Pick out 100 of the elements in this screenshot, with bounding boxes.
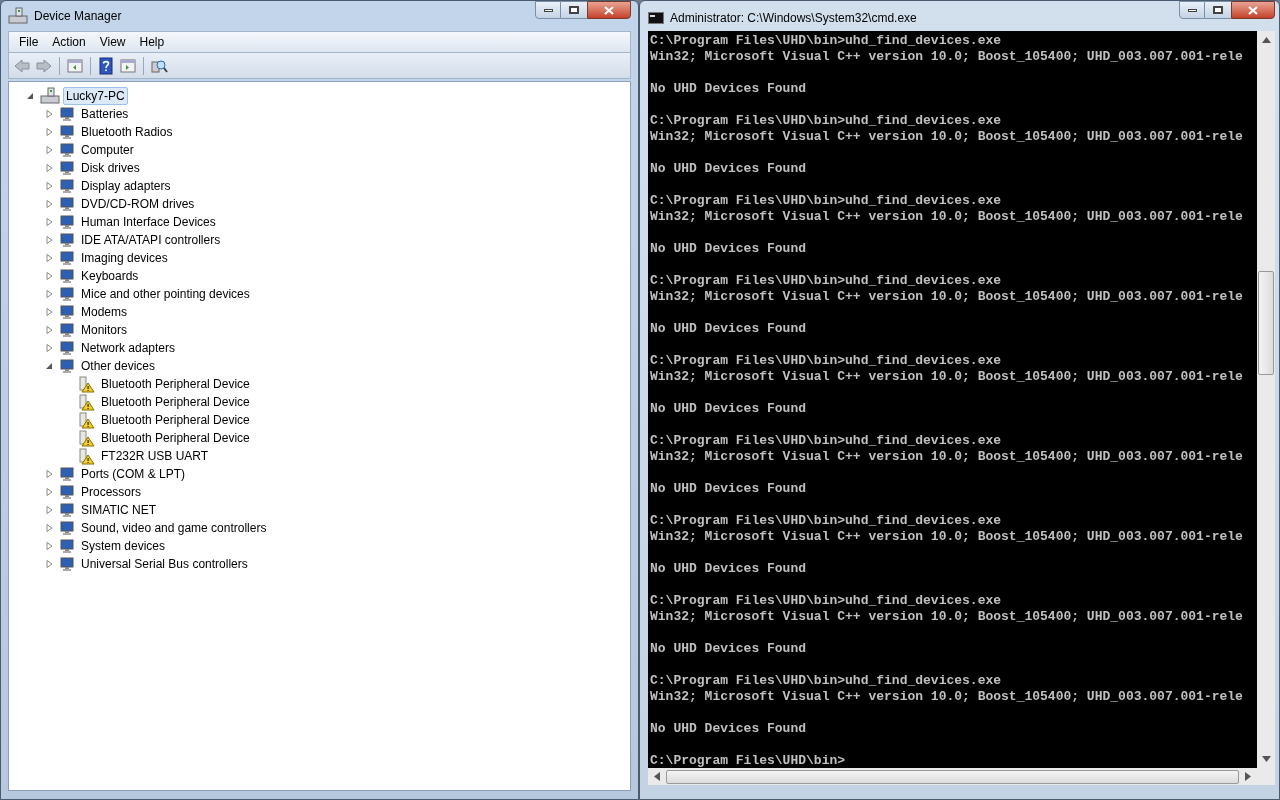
collapsed-arrow-icon[interactable] — [46, 524, 53, 532]
console-line: C:\Program Files\UHD\bin>uhd_find_devices.exe — [650, 193, 1003, 209]
console-line: Win32; Microsoft Visual C++ version 10.0; Boost_105400; UHD_003.007.001-rele — [650, 449, 1244, 465]
collapsed-arrow-icon[interactable] — [46, 272, 53, 280]
tree-item[interactable]: System devices — [78, 537, 169, 555]
scroll-up-icon[interactable] — [1261, 37, 1271, 43]
tree-item[interactable]: Network adapters — [78, 339, 179, 357]
minimize-button[interactable] — [1179, 1, 1205, 19]
tree-item[interactable]: Display adapters — [78, 177, 174, 195]
collapsed-arrow-icon[interactable] — [46, 182, 53, 190]
collapsed-arrow-icon[interactable] — [46, 254, 53, 262]
help-icon[interactable] — [97, 56, 115, 75]
tree-item[interactable]: DVD/CD-ROM drives — [78, 195, 198, 213]
device-icon — [59, 322, 75, 338]
collapsed-arrow-icon[interactable] — [46, 236, 53, 244]
tree-item[interactable]: Computer — [78, 141, 137, 159]
menu-item[interactable]: Help — [133, 33, 171, 51]
console-line: C:\Program Files\UHD\bin>uhd_find_devices.exe — [650, 113, 1003, 129]
console-line: C:\Program Files\UHD\bin>uhd_find_devices.exe — [650, 673, 1003, 689]
tree-item[interactable]: Batteries — [78, 105, 132, 123]
close-button[interactable] — [1231, 1, 1275, 19]
collapsed-arrow-icon[interactable] — [46, 164, 53, 172]
menu-item[interactable]: View — [93, 33, 132, 51]
device-icon — [59, 358, 75, 374]
collapsed-arrow-icon[interactable] — [46, 344, 53, 352]
console-line: Win32; Microsoft Visual C++ version 10.0; Boost_105400; UHD_003.007.001-rele — [650, 49, 1244, 65]
collapsed-arrow-icon[interactable] — [46, 146, 53, 154]
expanded-arrow-icon[interactable] — [27, 92, 34, 100]
forward-arrow-icon[interactable] — [35, 56, 53, 75]
collapsed-arrow-icon[interactable] — [46, 326, 53, 334]
warning-device-icon — [78, 429, 95, 447]
device-icon — [59, 250, 75, 266]
device-icon — [59, 484, 75, 500]
tree-item[interactable]: FT232R USB UART — [98, 447, 212, 465]
collapsed-arrow-icon[interactable] — [46, 218, 53, 226]
tree-item[interactable]: Other devices — [78, 357, 159, 375]
maximize-button[interactable] — [561, 1, 587, 19]
console-line: No UHD Devices Found — [650, 721, 808, 737]
console-line: C:\Program Files\UHD\bin>uhd_find_devices.exe — [650, 353, 1003, 369]
console-line: Win32; Microsoft Visual C++ version 10.0; Boost_105400; UHD_003.007.001-rele — [650, 689, 1244, 705]
tree-item[interactable]: Monitors — [78, 321, 130, 339]
device-icon — [59, 304, 75, 320]
computer-icon — [8, 7, 28, 25]
console-line: Win32; Microsoft Visual C++ version 10.0; Boost_105400; UHD_003.007.001-rele — [650, 369, 1244, 385]
collapsed-arrow-icon[interactable] — [46, 128, 53, 136]
tree-item[interactable]: Human Interface Devices — [78, 213, 219, 231]
console-line: Win32; Microsoft Visual C++ version 10.0; Boost_105400; UHD_003.007.001-rele — [650, 129, 1244, 145]
device-icon — [59, 232, 75, 248]
console-line: No UHD Devices Found — [650, 561, 808, 577]
tree-item[interactable]: Bluetooth Radios — [78, 123, 176, 141]
tree-item[interactable]: SIMATIC NET — [78, 501, 160, 519]
collapsed-arrow-icon[interactable] — [46, 470, 53, 478]
collapsed-arrow-icon[interactable] — [46, 110, 53, 118]
vertical-scrollbar[interactable] — [1257, 31, 1275, 768]
tree-item[interactable]: Mice and other pointing devices — [78, 285, 253, 303]
maximize-button[interactable] — [1205, 1, 1231, 19]
horizontal-scrollbar[interactable] — [648, 768, 1275, 785]
collapsed-arrow-icon[interactable] — [46, 506, 53, 514]
scrollbar-thumb[interactable] — [1258, 271, 1274, 375]
device-icon — [59, 466, 75, 482]
menu-item[interactable]: File — [13, 33, 45, 51]
minimize-button[interactable] — [535, 1, 561, 19]
console-line: Win32; Microsoft Visual C++ version 10.0; Boost_105400; UHD_003.007.001-rele — [650, 289, 1244, 305]
collapsed-arrow-icon[interactable] — [46, 542, 53, 550]
expanded-arrow-icon[interactable] — [46, 362, 53, 370]
collapsed-arrow-icon[interactable] — [46, 308, 53, 316]
warning-device-icon — [78, 447, 95, 465]
close-button[interactable] — [587, 1, 631, 19]
tree-item[interactable]: Bluetooth Peripheral Device — [98, 375, 253, 393]
menu-item[interactable]: Action — [46, 33, 92, 51]
tree-item[interactable]: Disk drives — [78, 159, 143, 177]
pane-icon[interactable] — [66, 56, 84, 75]
tree-item[interactable]: Imaging devices — [78, 249, 171, 267]
tree-item[interactable]: Bluetooth Peripheral Device — [98, 411, 253, 429]
close-icon — [604, 5, 614, 15]
back-arrow-icon[interactable] — [13, 56, 31, 75]
tree-item[interactable]: Ports (COM & LPT) — [78, 465, 188, 483]
scrollbar-thumb[interactable] — [666, 769, 1239, 784]
collapsed-arrow-icon[interactable] — [46, 290, 53, 298]
collapsed-arrow-icon[interactable] — [46, 488, 53, 496]
tree-item[interactable]: Lucky7-PC — [63, 87, 128, 105]
tree-item[interactable]: Keyboards — [78, 267, 142, 285]
tree-item[interactable]: Bluetooth Peripheral Device — [98, 429, 253, 447]
scroll-right-icon[interactable] — [1245, 772, 1251, 781]
tree-item[interactable]: Modems — [78, 303, 130, 321]
device-icon — [59, 214, 75, 230]
console-line: C:\Program Files\UHD\bin>uhd_find_devices.exe — [650, 433, 1003, 449]
warning-device-icon — [78, 375, 95, 393]
tree-item[interactable]: Bluetooth Peripheral Device — [98, 393, 253, 411]
tree-item[interactable]: Sound, video and game controllers — [78, 519, 270, 537]
console-line: C:\Program Files\UHD\bin>uhd_find_devices.exe — [650, 273, 1003, 289]
tree-item[interactable]: Universal Serial Bus controllers — [78, 555, 251, 573]
device-icon — [59, 556, 75, 572]
scroll-down-icon[interactable] — [1261, 756, 1271, 762]
tree-item[interactable]: Processors — [78, 483, 145, 501]
collapsed-arrow-icon[interactable] — [46, 200, 53, 208]
scroll-left-icon[interactable] — [654, 772, 660, 781]
tree-item[interactable]: IDE ATA/ATAPI controllers — [78, 231, 224, 249]
device-icon — [59, 538, 75, 554]
collapsed-arrow-icon[interactable] — [46, 560, 53, 568]
